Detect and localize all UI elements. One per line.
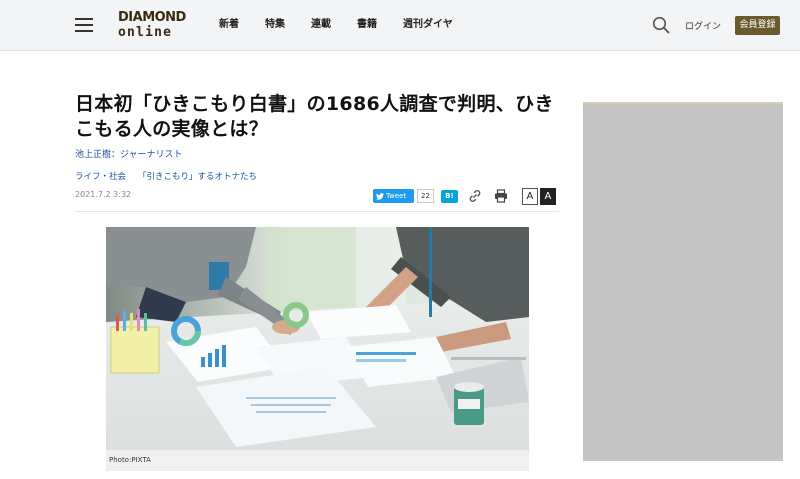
site-header: DIAMOND online 新着 特集 連載 書籍 週刊ダイヤ ログイン 会員… — [0, 0, 800, 51]
photo-caption: Photo:PIXTA — [109, 456, 151, 464]
font-size-small-button[interactable]: A — [521, 187, 538, 205]
link-icon[interactable] — [468, 189, 482, 203]
main-nav: 新着 特集 連載 書籍 週刊ダイヤ — [219, 18, 479, 32]
article-date: 2021.7.2 3:32 — [75, 190, 132, 199]
ad-placeholder — [583, 102, 783, 461]
hatena-bookmark-button[interactable]: B! — [440, 189, 458, 203]
tweet-count[interactable]: 22 — [417, 189, 434, 203]
share-toolbar: Tweet 22 B! A A — [373, 186, 556, 206]
logo-line2: online — [118, 25, 173, 40]
article-photo — [106, 227, 529, 471]
tweet-button[interactable]: Tweet — [373, 189, 414, 203]
article-author[interactable]: 池上正樹：ジャーナリスト — [75, 147, 183, 160]
register-button[interactable]: 会員登録 — [735, 16, 780, 35]
site-logo[interactable]: DIAMOND online — [118, 10, 188, 42]
divider — [75, 211, 559, 212]
caption-bar — [106, 450, 529, 471]
logo-line1: DIAMOND — [118, 10, 186, 25]
tweet-label: Tweet — [386, 192, 407, 200]
login-link[interactable]: ログイン — [685, 19, 721, 32]
nav-item-features[interactable]: 特集 — [265, 18, 285, 32]
twitter-bird-icon — [376, 192, 384, 200]
font-size-large-button[interactable]: A — [539, 187, 556, 205]
article-title: 日本初「ひきこもり白書」の1686人調査で判明、ひきこもる人の実像とは？ — [75, 93, 554, 140]
nav-item-weekly[interactable]: 週刊ダイヤ — [403, 18, 453, 32]
category-link[interactable]: ライフ・社会 — [75, 172, 126, 182]
series-link[interactable]: 「引きこもり」するオトナたち — [138, 172, 257, 182]
nav-item-new[interactable]: 新着 — [219, 18, 239, 32]
search-icon[interactable] — [652, 16, 670, 34]
menu-icon[interactable] — [75, 18, 93, 32]
article-categories: ライフ・社会 「引きこもり」するオトナたち — [75, 170, 257, 182]
print-icon[interactable] — [494, 189, 508, 203]
nav-item-books[interactable]: 書籍 — [357, 18, 377, 32]
nav-item-series[interactable]: 連載 — [311, 18, 331, 32]
